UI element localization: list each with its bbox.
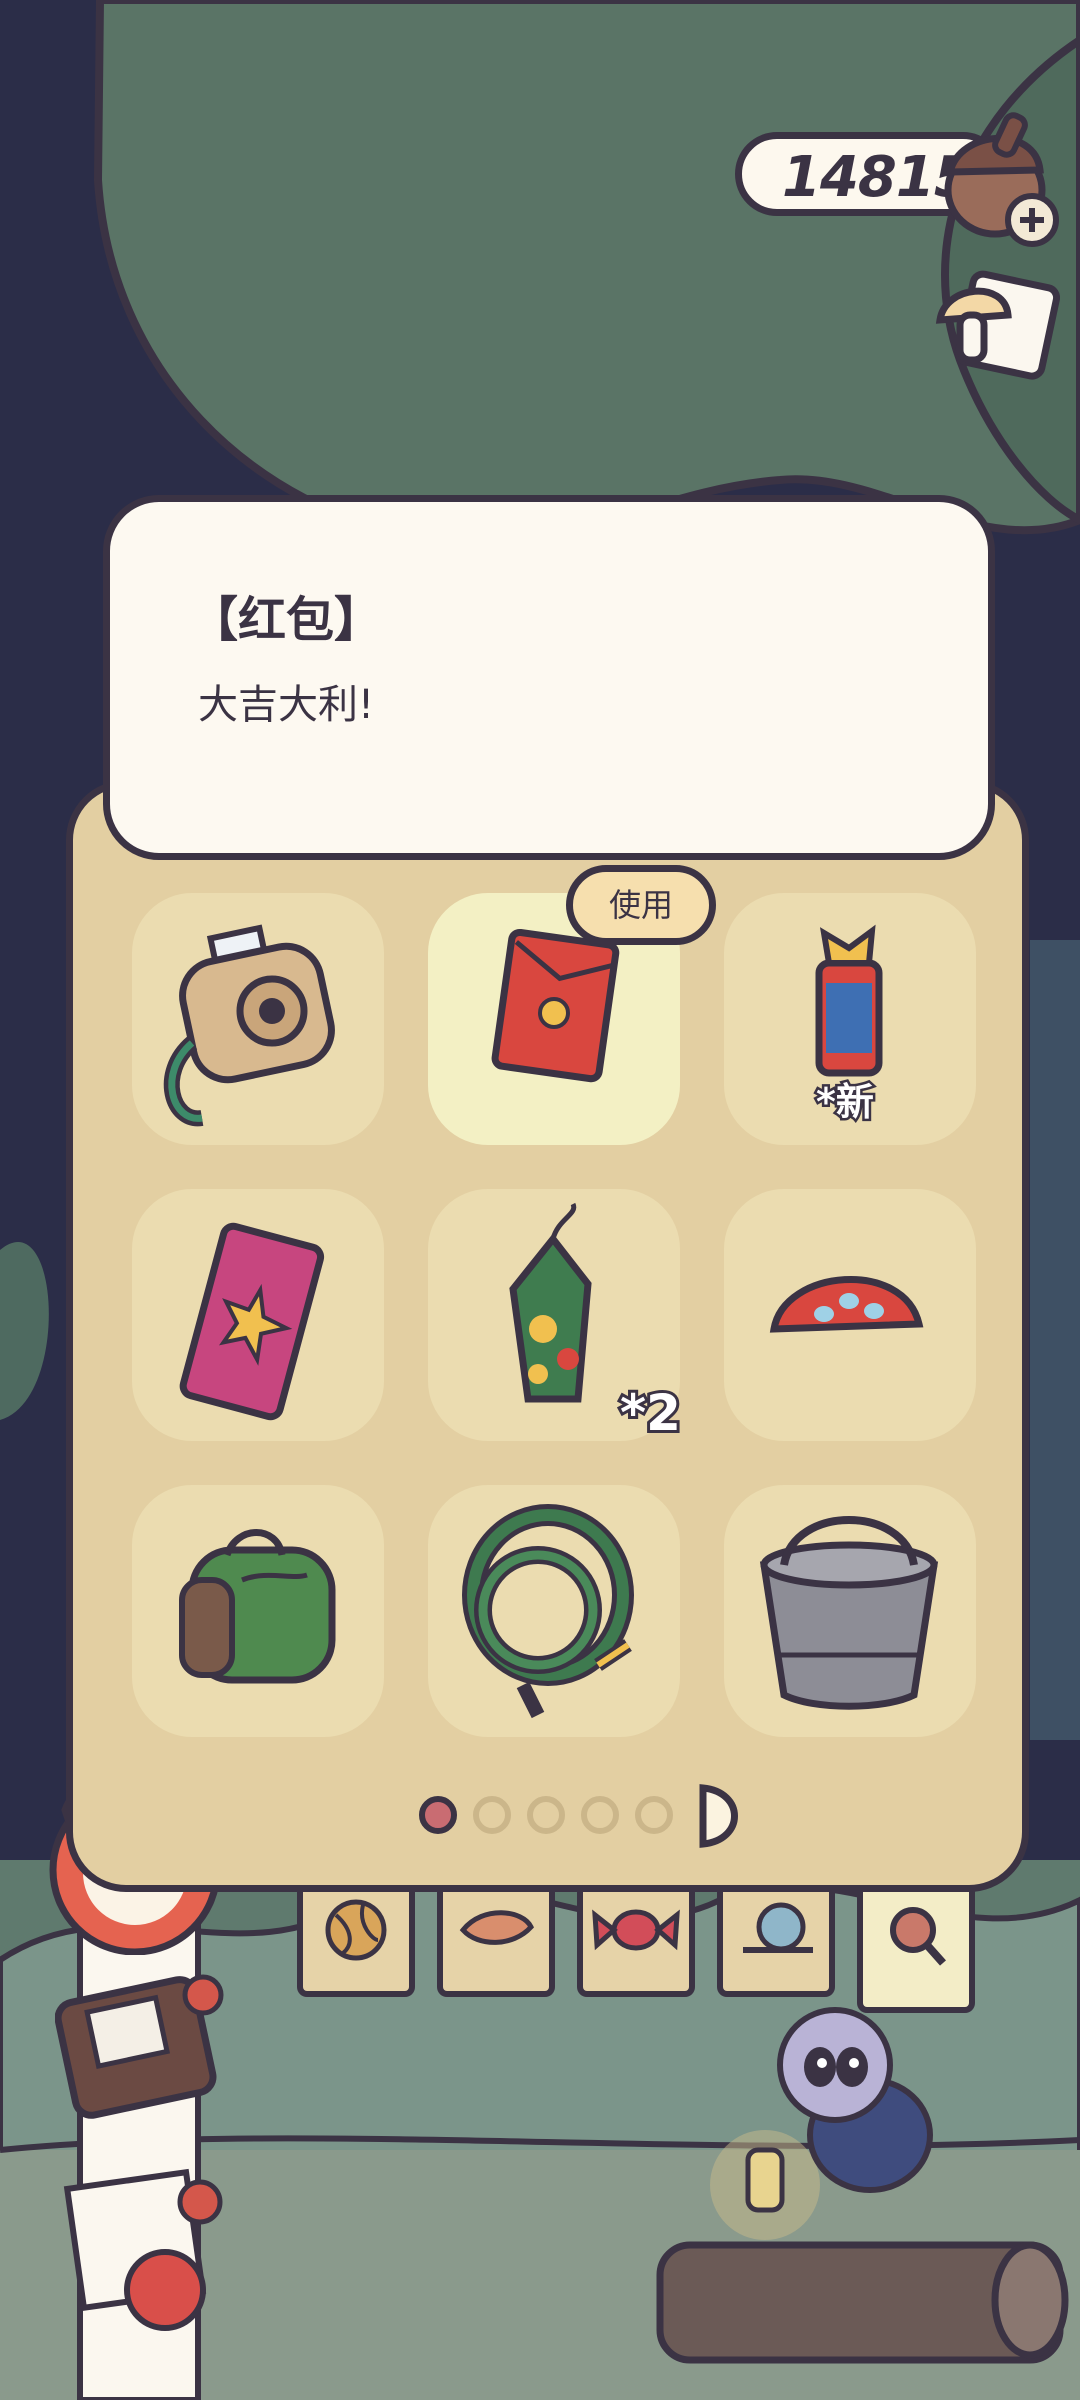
item-description: 大吉大利! <box>198 682 375 728</box>
item-new-badge: *新 <box>814 1078 877 1127</box>
page-dot-2[interactable] <box>473 1796 511 1834</box>
inventory-slot-lantern-firework[interactable]: *2 <box>428 1189 684 1445</box>
rope-icon <box>462 1504 634 1719</box>
tab-leaf[interactable] <box>437 1885 555 1997</box>
inventory-slot-dumpling-fan[interactable] <box>724 1189 976 1441</box>
panda-character[interactable] <box>770 1995 970 2215</box>
yarn-icon <box>325 1899 387 1961</box>
pagination <box>0 1782 1080 1852</box>
page-dot-3[interactable] <box>527 1796 565 1834</box>
leaf-icon <box>459 1910 534 1945</box>
inventory-slot-firecracker-candy[interactable]: *新 <box>724 893 976 1145</box>
item-title: 【红包】 <box>190 592 383 648</box>
notes-icon[interactable] <box>40 2160 240 2340</box>
game-scene: 14815 【红包】 大吉大利! *新 *2 使用 <box>0 0 1080 2400</box>
item-count: *2 <box>617 1381 684 1445</box>
page-dot-1[interactable] <box>419 1796 457 1834</box>
tab-yarn[interactable] <box>297 1885 415 1997</box>
page-dot-4[interactable] <box>581 1796 619 1834</box>
inventory-panel: *新 *2 <box>66 780 1029 1892</box>
inventory-slot-bucket[interactable] <box>724 1485 976 1737</box>
tab-magnifier[interactable] <box>857 1885 975 2013</box>
inventory-slot-camera[interactable] <box>132 893 384 1145</box>
snail-icon <box>743 1902 813 1953</box>
inventory-slot-fireworks-box[interactable] <box>132 1189 384 1441</box>
backpack-icon <box>179 1529 336 1684</box>
next-page-arrow-icon[interactable] <box>695 1782 745 1850</box>
magnifier-icon <box>890 1907 946 1966</box>
item-description-card: 【红包】 大吉大利! <box>103 495 995 860</box>
use-button[interactable]: 使用 <box>566 865 716 945</box>
tab-snail[interactable] <box>717 1885 835 1997</box>
bucket-icon <box>759 1516 939 1710</box>
fireworks-box-icon <box>179 1222 325 1421</box>
candy-icon <box>592 1909 680 1951</box>
inventory-slot-backpack[interactable] <box>132 1485 384 1737</box>
page-dot-5[interactable] <box>635 1796 673 1834</box>
mushroom-note-icon[interactable] <box>930 270 1060 390</box>
acorn-add-icon[interactable] <box>940 110 1070 250</box>
journal-icon[interactable] <box>55 1965 225 2125</box>
inventory-slot-rope[interactable] <box>428 1485 680 1737</box>
tab-candy[interactable] <box>577 1885 695 1997</box>
dumpling-fan-icon <box>769 1276 924 1333</box>
camera-icon <box>163 924 335 1127</box>
